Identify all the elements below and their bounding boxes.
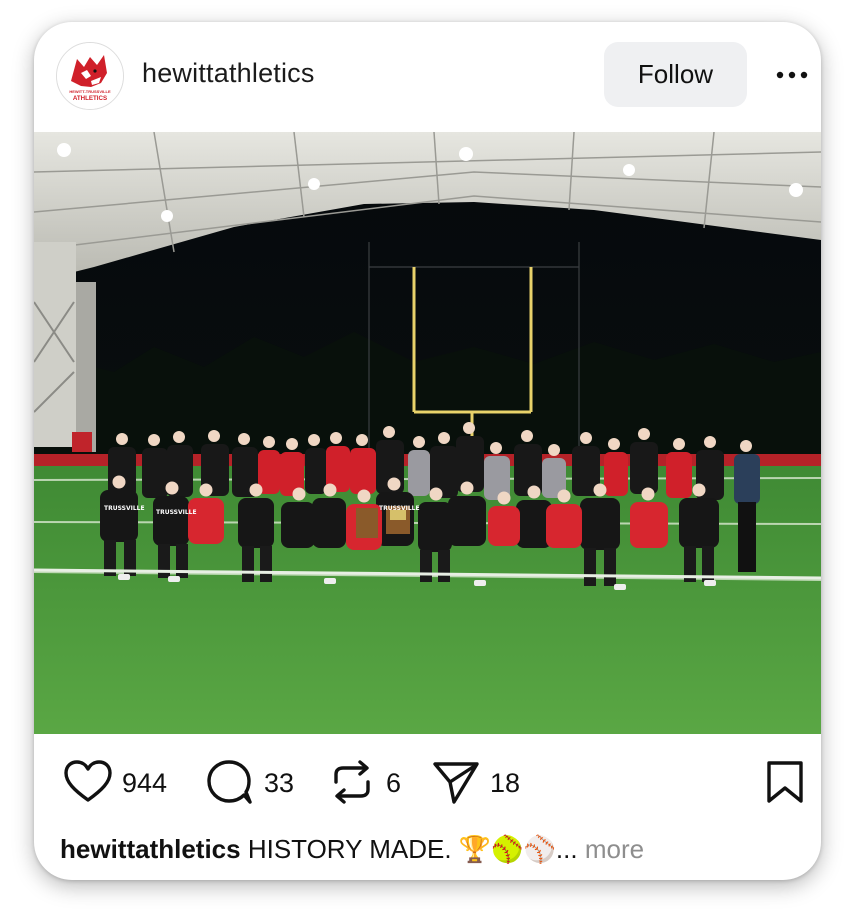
avatar-text-bottom: ATHLETICS	[73, 95, 107, 102]
jersey-text: TRUSSVILLE	[156, 509, 197, 516]
username[interactable]: hewittathletics	[142, 58, 315, 89]
post-photo[interactable]: TRUSSVILLE TRUSSVILLE TRUSSVILLE	[34, 132, 821, 734]
husky-logo: HEWITT-TRUSSVILLE ATHLETICS	[57, 43, 123, 109]
caption-ellipsis: ...	[555, 834, 578, 864]
caption-text: HISTORY MADE.	[247, 834, 452, 864]
post-header: HEWITT-TRUSSVILLE ATHLETICS hewittathlet…	[34, 22, 821, 132]
avatar[interactable]: HEWITT-TRUSSVILLE ATHLETICS	[56, 42, 124, 110]
bookmark-icon	[767, 761, 803, 803]
post-caption: hewittathletics HISTORY MADE. 🏆🥎⚾... mor…	[60, 834, 644, 865]
jersey-text: TRUSSVILLE	[104, 505, 145, 512]
share-count: 18	[490, 768, 521, 798]
like-button[interactable]: 944	[64, 760, 214, 804]
bookmark-button[interactable]	[766, 760, 806, 804]
like-count: 944	[122, 768, 168, 798]
comment-count: 33	[264, 768, 295, 798]
comment-icon	[207, 760, 252, 804]
post-card: HEWITT-TRUSSVILLE ATHLETICS hewittathlet…	[34, 22, 821, 880]
more-link[interactable]: more	[585, 834, 644, 864]
send-icon	[433, 762, 479, 804]
more-dots-icon	[776, 71, 808, 79]
avatar-text-top: HEWITT-TRUSSVILLE	[69, 89, 111, 94]
jersey-text: TRUSSVILLE	[379, 505, 420, 512]
repost-button[interactable]: 6	[330, 760, 410, 804]
follow-button[interactable]: Follow	[604, 42, 747, 107]
caption-emojis: 🏆🥎⚾	[458, 834, 556, 864]
share-button[interactable]: 18	[432, 760, 532, 804]
comment-button[interactable]: 33	[206, 760, 306, 804]
heart-icon	[64, 760, 112, 802]
more-options-button[interactable]	[772, 60, 812, 90]
repost-count: 6	[386, 768, 402, 798]
repost-icon	[334, 760, 370, 804]
action-bar: 944 33 6 18	[34, 734, 821, 824]
caption-username[interactable]: hewittathletics	[60, 834, 241, 864]
